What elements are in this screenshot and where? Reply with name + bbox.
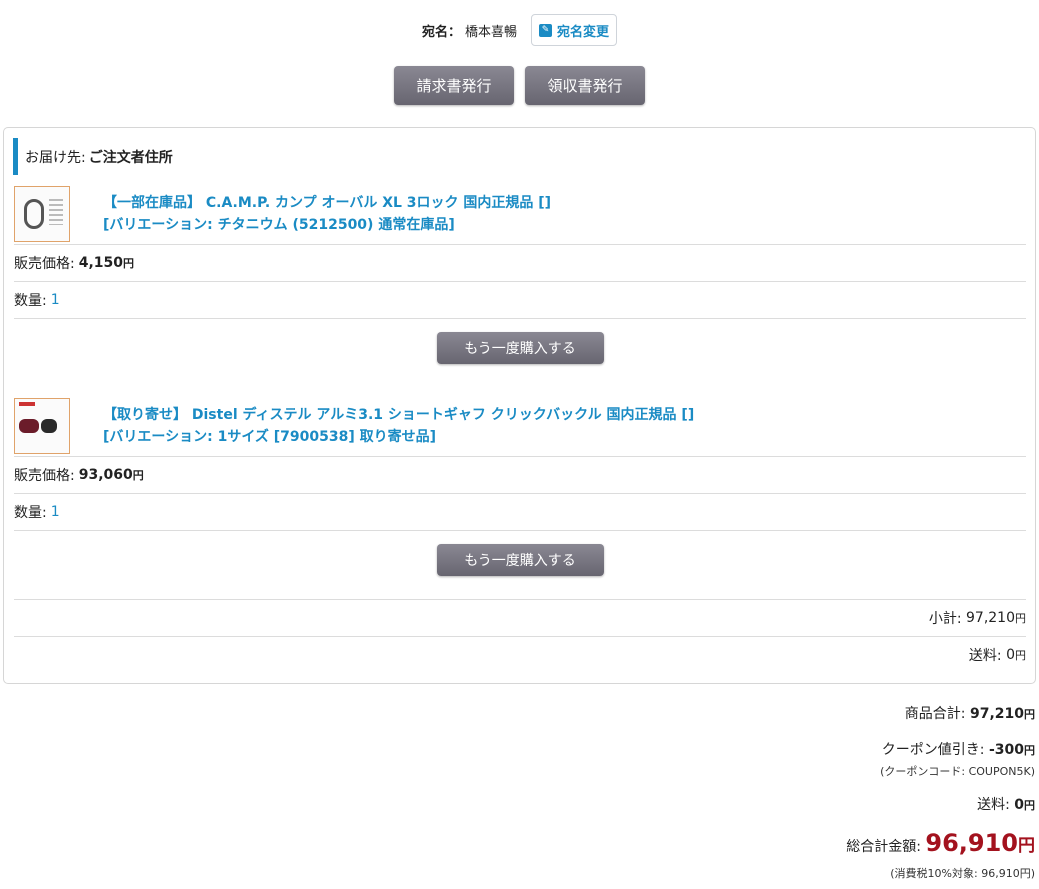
coupon-yen: 円: [1024, 744, 1035, 757]
quantity-label: 数量:: [14, 293, 47, 309]
item-header: 【一部在庫品】 C.A.M.P. カンプ オーバル XL 3ロック 国内正規品 …: [14, 183, 1026, 245]
change-addressee-label: 宛名変更: [557, 24, 610, 40]
price-yen: 円: [123, 257, 135, 270]
quantity-row: 数量: 1: [14, 494, 1026, 531]
product-total-label: 商品合計:: [904, 706, 966, 722]
shipping-destination: お届け先: ご注文者住所: [13, 138, 173, 175]
shipping-value: ご注文者住所: [88, 149, 173, 166]
subtotal-row: 小計: 97,210 円: [14, 599, 1026, 636]
panel-shipping-label: 送料:: [968, 648, 1002, 664]
addressee-info: 宛名： 橋本喜暢: [422, 21, 517, 40]
grand-total-label: 総合計金額:: [846, 839, 921, 855]
price-label: 販売価格:: [14, 256, 75, 272]
price-row: 販売価格: 4,150 円: [14, 245, 1026, 282]
rebuy-wrap: もう一度購入する: [14, 531, 1026, 589]
summary-shipping-label: 送料:: [977, 797, 1010, 813]
product-variation: [バリエーション: チタニウム (5212500) 通常在庫品]: [103, 216, 455, 233]
product-title: 【一部在庫品】 C.A.M.P. カンプ オーバル XL 3ロック 国内正規品 …: [103, 194, 552, 211]
product-variation: [バリエーション: 1サイズ [7900538] 取り寄せ品]: [103, 428, 437, 445]
coupon-code-note: (クーポンコード: COUPON5K): [880, 765, 1035, 778]
issue-receipt-button[interactable]: 領収書発行: [525, 66, 645, 105]
subtotal-value: 97,210: [966, 610, 1015, 626]
panel-shipping-row: 送料: 0円: [14, 636, 1026, 673]
rebuy-wrap: もう一度購入する: [14, 319, 1026, 377]
subtotal-label: 小計:: [928, 611, 962, 627]
product-thumbnail[interactable]: [14, 397, 70, 454]
product-total-yen: 円: [1024, 708, 1035, 721]
summary-shipping-yen: 円: [1024, 799, 1035, 812]
panel-shipping-value: 0: [1006, 647, 1015, 663]
order-item: 【取り寄せ】 Distel ディステル アルミ3.1 ショートギャフ クリックバ…: [14, 395, 1026, 589]
item-header: 【取り寄せ】 Distel ディステル アルミ3.1 ショートギャフ クリックバ…: [14, 395, 1026, 457]
grand-total-yen: 円: [1018, 836, 1035, 856]
product-total-value: 97,210: [969, 706, 1024, 722]
tax-note: (消費税10%対象: 96,910円): [890, 867, 1035, 880]
coupon-value: -300: [988, 742, 1024, 758]
subtotal-yen: 円: [1015, 612, 1026, 625]
quantity-value: 1: [50, 504, 60, 520]
shipping-label: お届け先:: [25, 149, 86, 166]
order-item: 【一部在庫品】 C.A.M.P. カンプ オーバル XL 3ロック 国内正規品 …: [14, 183, 1026, 377]
document-buttons: 請求書発行 領収書発行: [0, 66, 1039, 105]
buy-again-button[interactable]: もう一度購入する: [436, 332, 604, 364]
buy-again-button[interactable]: もう一度購入する: [436, 544, 604, 576]
product-thumbnail[interactable]: [14, 185, 70, 242]
price-yen: 円: [132, 469, 144, 482]
product-link[interactable]: 【一部在庫品】 C.A.M.P. カンプ オーバル XL 3ロック 国内正規品 …: [103, 192, 551, 236]
price-label: 販売価格:: [14, 468, 75, 484]
price-row: 販売価格: 93,060 円: [14, 457, 1026, 494]
quantity-value: 1: [50, 292, 60, 308]
grand-total-value: 96,910: [925, 829, 1018, 857]
summary-shipping-value: 0: [1014, 797, 1024, 813]
quantity-label: 数量:: [14, 505, 47, 521]
summary-shipping-row: 送料: 0円: [977, 794, 1035, 814]
price-value: 93,060: [78, 467, 133, 483]
edit-icon: ✎: [539, 23, 552, 37]
product-title: 【取り寄せ】 Distel ディステル アルミ3.1 ショートギャフ クリックバ…: [103, 406, 695, 423]
addressee-bar: 宛名： 橋本喜暢 ✎ 宛名変更: [0, 14, 1039, 46]
panel-shipping-yen: 円: [1015, 649, 1026, 662]
addressee-name: 橋本喜暢: [464, 24, 517, 40]
product-total-row: 商品合計: 97,210円: [905, 703, 1035, 723]
change-addressee-button[interactable]: ✎ 宛名変更: [531, 14, 618, 46]
grand-total-row: 総合計金額: 96,910円: [846, 829, 1035, 857]
panel-totals: 小計: 97,210 円 送料: 0円: [14, 599, 1026, 673]
order-panel: お届け先: ご注文者住所 【一部在庫品】 C.A.M.P. カンプ オーバル X…: [3, 127, 1036, 684]
coupon-row: クーポン値引き: -300円: [882, 739, 1035, 759]
addressee-label: 宛名：: [421, 24, 461, 40]
issue-invoice-button[interactable]: 請求書発行: [394, 66, 514, 105]
price-value: 4,150: [78, 255, 124, 271]
product-link[interactable]: 【取り寄せ】 Distel ディステル アルミ3.1 ショートギャフ クリックバ…: [103, 404, 694, 448]
coupon-label: クーポン値引き:: [881, 742, 985, 758]
quantity-row: 数量: 1: [14, 282, 1026, 319]
